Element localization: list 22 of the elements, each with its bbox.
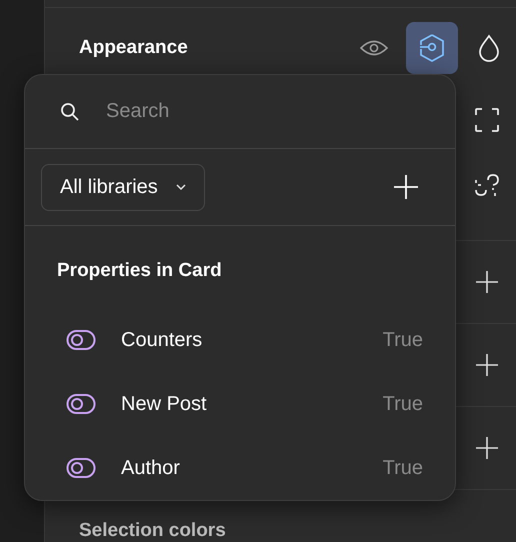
property-item[interactable]: Author True (66, 436, 423, 500)
property-item[interactable]: New Post True (66, 372, 423, 436)
focus-frame-icon[interactable] (474, 107, 500, 133)
plus-icon[interactable] (475, 353, 499, 377)
unlink-icon[interactable] (474, 172, 500, 198)
property-item[interactable]: Counters True (66, 308, 423, 372)
library-dropdown[interactable]: All libraries (41, 164, 205, 211)
toggle-icon (66, 457, 96, 479)
group-title: Properties in Card (57, 260, 223, 282)
section-title: Selection colors (79, 520, 226, 541)
hexagon-icon (418, 33, 446, 63)
chevron-icon (176, 184, 186, 190)
plus-icon[interactable] (475, 270, 499, 294)
toggle-icon (66, 393, 96, 415)
plus-icon[interactable] (475, 436, 499, 460)
search-field[interactable]: Search (104, 99, 408, 124)
component-button[interactable] (406, 22, 458, 74)
search-icon (60, 102, 80, 122)
eye-icon (359, 38, 389, 58)
section-title: Appearance (79, 37, 188, 59)
drop-icon[interactable] (478, 34, 500, 62)
toggle-icon (66, 329, 96, 351)
